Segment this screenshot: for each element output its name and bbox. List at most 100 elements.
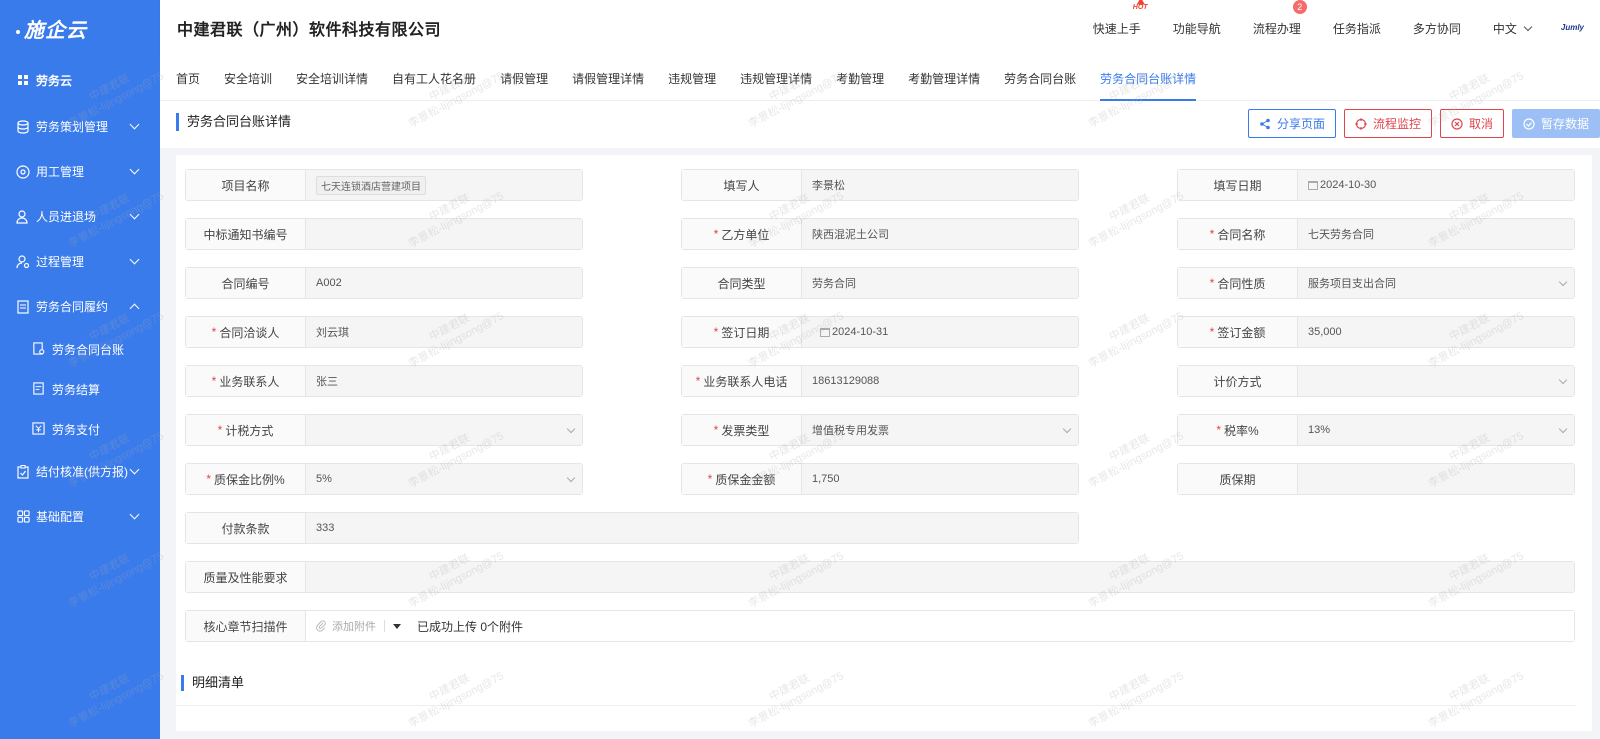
field-label: * 签订日期 bbox=[682, 317, 802, 347]
button-label: 取消 bbox=[1468, 117, 1493, 131]
tab-attendance-detail[interactable]: 考勤管理详情 bbox=[908, 56, 980, 101]
negotiator-input[interactable]: 刘云琪 bbox=[306, 317, 582, 347]
header-nav-function-guide[interactable]: 功能导航 bbox=[1173, 20, 1221, 37]
tab-safety-training-detail[interactable]: 安全培训详情 bbox=[296, 56, 368, 101]
tab-attendance[interactable]: 考勤管理 bbox=[836, 56, 884, 101]
brand-logo: Jumly bbox=[1560, 23, 1584, 32]
field-label: * 发票类型 bbox=[682, 415, 802, 445]
settings-circle-icon bbox=[16, 164, 30, 179]
close-circle-icon bbox=[1451, 117, 1463, 130]
sidebar-subitem-settlement[interactable]: 劳务结算 bbox=[0, 369, 160, 409]
sidebar-item-process[interactable]: 过程管理 bbox=[0, 239, 160, 284]
detail-section-title: 明细清单 bbox=[181, 675, 244, 691]
cancel-button[interactable]: 取消 bbox=[1439, 109, 1504, 138]
sidebar-item-labor-planning[interactable]: 劳务策划管理 bbox=[0, 104, 160, 149]
header-nav-task-assign[interactable]: 任务指派 bbox=[1333, 20, 1381, 37]
field-label: 核心章节扫描件 bbox=[186, 611, 306, 641]
tax-rate-select[interactable]: 13% bbox=[1298, 415, 1574, 445]
notification-badge: 2 bbox=[1292, 0, 1307, 14]
bid-notice-number-input[interactable] bbox=[306, 219, 582, 249]
chevron-down-icon bbox=[129, 209, 140, 220]
divider bbox=[384, 620, 385, 632]
calendar-icon bbox=[820, 327, 830, 337]
chevron-up-icon bbox=[129, 303, 140, 313]
sidebar-item-personnel[interactable]: 人员进退场 bbox=[0, 194, 160, 239]
field-label: 填写人 bbox=[682, 170, 802, 200]
project-name-input[interactable]: 七天连锁酒店营建项目 bbox=[306, 170, 582, 200]
sidebar-item-label: 劳务云 bbox=[36, 73, 73, 88]
header-nav-collaboration[interactable]: 多方协同 bbox=[1413, 20, 1461, 37]
header-nav-label: 任务指派 bbox=[1332, 21, 1381, 36]
chevron-down-icon bbox=[1558, 277, 1568, 287]
chevron-down-icon bbox=[566, 424, 576, 434]
detail-table-header bbox=[176, 705, 1576, 706]
sidebar-item-label: 用工管理 bbox=[36, 165, 85, 179]
calendar-icon bbox=[1308, 180, 1318, 190]
sidebar-item-labor-cloud[interactable]: 劳务云 bbox=[0, 56, 160, 104]
quality-requirements-input[interactable] bbox=[306, 562, 1574, 592]
page-header: 劳务合同台账详情 分享页面 流程监控 取消 暂存数据 bbox=[160, 101, 1600, 148]
language-select[interactable]: 中文 bbox=[1493, 20, 1533, 37]
tab-leave-management[interactable]: 请假管理 bbox=[500, 56, 548, 101]
share-page-button[interactable]: 分享页面 bbox=[1247, 109, 1336, 138]
paperclip-icon bbox=[316, 620, 326, 632]
tab-violation-management[interactable]: 违规管理 bbox=[668, 56, 716, 101]
header-nav-workflow[interactable]: 流程办理 2 bbox=[1253, 0, 1307, 37]
retention-amount-input[interactable]: 1,750 bbox=[802, 464, 1078, 494]
retention-ratio-select[interactable]: 5% bbox=[306, 464, 582, 494]
company-name: 中建君联（广州）软件科技有限公司 bbox=[177, 22, 442, 39]
user-gear-icon bbox=[16, 254, 30, 269]
logo-text: 施企云 bbox=[24, 19, 87, 42]
sidebar-subitem-contract-ledger[interactable]: 劳务合同台账 bbox=[0, 329, 160, 369]
sidebar-subitem-label: 劳务结算 bbox=[52, 382, 101, 397]
contract-type-input[interactable]: 劳务合同 bbox=[802, 268, 1078, 298]
sign-date-input[interactable]: 2024-10-31 bbox=[802, 317, 1078, 347]
add-attachment-button[interactable]: 添加附件 bbox=[316, 618, 376, 634]
sidebar-subitem-payment[interactable]: 劳务支付 bbox=[0, 409, 160, 449]
process-monitor-button[interactable]: 流程监控 bbox=[1343, 109, 1432, 138]
filled-by-input[interactable]: 李景松 bbox=[802, 170, 1078, 200]
invoice-type-select[interactable]: 增值税专用发票 bbox=[802, 415, 1078, 445]
tab-violation-management-detail[interactable]: 违规管理详情 bbox=[740, 56, 812, 101]
tab-safety-training[interactable]: 安全培训 bbox=[224, 56, 272, 101]
clipboard-check-icon bbox=[16, 464, 30, 479]
sidebar-item-employment[interactable]: 用工管理 bbox=[0, 149, 160, 194]
field-retention-amount: * 质保金金额 1,750 bbox=[681, 463, 1079, 495]
contract-number-input[interactable]: A002 bbox=[306, 268, 582, 298]
header-nav-label: 功能导航 bbox=[1172, 21, 1221, 36]
field-fill-date: 填写日期 2024-10-30 bbox=[1177, 169, 1575, 201]
contract-name-input[interactable]: 七天劳务合同 bbox=[1298, 219, 1574, 249]
contract-nature-select[interactable]: 服务项目支出合同 bbox=[1298, 268, 1574, 298]
fill-date-input[interactable]: 2024-10-30 bbox=[1298, 170, 1574, 200]
tab-contract-ledger[interactable]: 劳务合同台账 bbox=[1004, 56, 1076, 101]
check-circle-icon bbox=[1523, 117, 1535, 130]
header-nav-quick-start[interactable]: 快速上手 HOT bbox=[1093, 4, 1148, 37]
tax-method-select[interactable] bbox=[306, 415, 582, 445]
button-label: 暂存数据 bbox=[1540, 117, 1589, 131]
sidebar-item-basic-config[interactable]: 基础配置 bbox=[0, 494, 160, 539]
pricing-method-select[interactable] bbox=[1298, 366, 1574, 396]
field-label: * 质保金金额 bbox=[682, 464, 802, 494]
sidebar-item-contract-fulfillment[interactable]: 劳务合同履约 bbox=[0, 284, 160, 329]
caret-down-icon[interactable] bbox=[393, 623, 401, 629]
tab-leave-management-detail[interactable]: 请假管理详情 bbox=[572, 56, 644, 101]
tab-worker-roster[interactable]: 自有工人花名册 bbox=[392, 56, 476, 101]
save-draft-button[interactable]: 暂存数据 bbox=[1511, 109, 1600, 138]
business-contact-input[interactable]: 张三 bbox=[306, 366, 582, 396]
field-label: 填写日期 bbox=[1178, 170, 1298, 200]
field-contract-name: * 合同名称 七天劳务合同 bbox=[1177, 218, 1575, 250]
app-logo[interactable]: 施企云 bbox=[0, 0, 160, 56]
tab-contract-ledger-detail[interactable]: 劳务合同台账详情 bbox=[1100, 56, 1197, 101]
payment-terms-input[interactable]: 333 bbox=[306, 513, 1078, 543]
share-icon bbox=[1259, 118, 1271, 130]
field-label: * 税率% bbox=[1178, 415, 1298, 445]
field-tax-rate: * 税率% 13% bbox=[1177, 414, 1575, 446]
sign-amount-input[interactable]: 35,000 bbox=[1298, 317, 1574, 347]
warranty-period-input[interactable] bbox=[1298, 464, 1574, 494]
sidebar-item-settlement-approval[interactable]: 结付核准(供方报) bbox=[0, 449, 160, 494]
party-b-input[interactable]: 陕西混泥土公司 bbox=[802, 219, 1078, 249]
contact-phone-input[interactable]: 18613129088 bbox=[802, 366, 1078, 396]
contract-detail-form: 项目名称 七天连锁酒店营建项目 填写人 李景松 填写日期 2024-10-30 … bbox=[176, 155, 1592, 731]
chevron-down-icon bbox=[1062, 424, 1072, 434]
tab-home[interactable]: 首页 bbox=[176, 56, 200, 101]
